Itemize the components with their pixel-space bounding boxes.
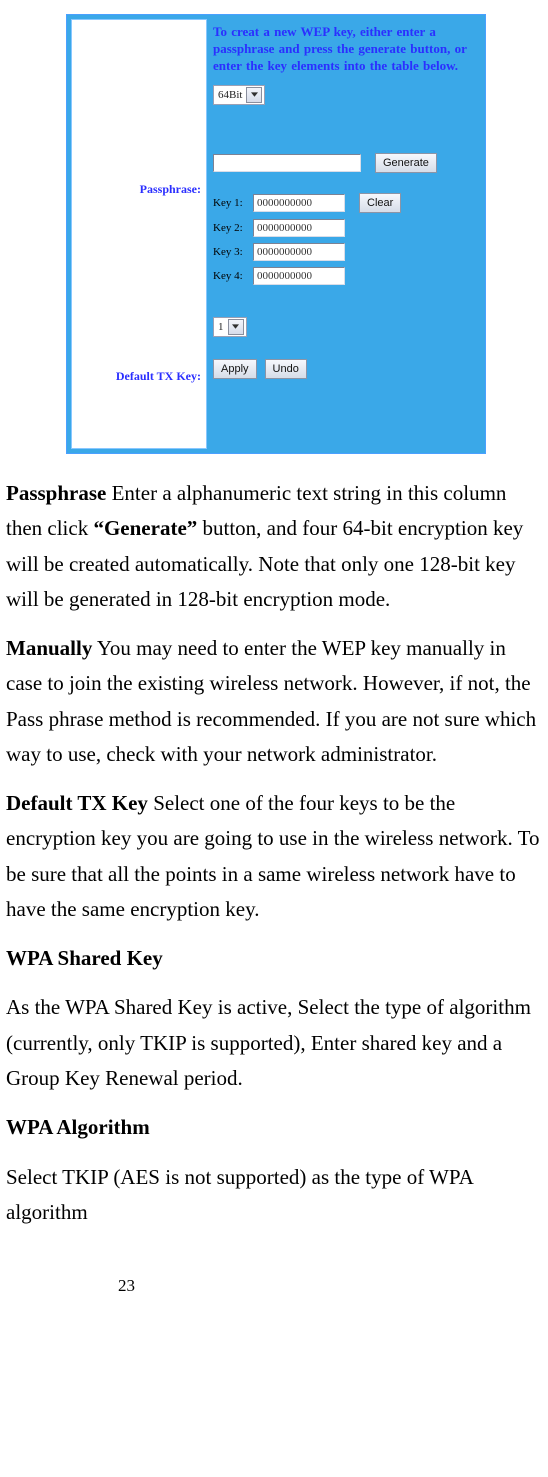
- page-number: 23: [6, 1276, 542, 1296]
- default-tx-select[interactable]: 1: [213, 317, 247, 337]
- default-tx-key-label: Default TX Key:: [75, 369, 201, 384]
- key-length-select[interactable]: 64Bit: [213, 85, 265, 105]
- key2-label: Key 2:: [213, 222, 253, 234]
- generate-button[interactable]: Generate: [375, 153, 437, 173]
- heading-wpa-algorithm: WPA Algorithm: [6, 1110, 542, 1145]
- clear-button[interactable]: Clear: [359, 193, 401, 213]
- key4-input[interactable]: 0000000000: [253, 267, 345, 285]
- paragraph-default-tx: Default TX Key Select one of the four ke…: [6, 786, 542, 927]
- hint-text: To creat a new WEP key, either enter a p…: [213, 24, 475, 75]
- key-length-value: 64Bit: [218, 89, 242, 101]
- paragraph-manually: Manually You may need to enter the WEP k…: [6, 631, 542, 772]
- key3-label: Key 3:: [213, 246, 253, 258]
- undo-button[interactable]: Undo: [265, 359, 307, 379]
- panel-left-navigation: [71, 19, 207, 449]
- key3-input[interactable]: 0000000000: [253, 243, 345, 261]
- paragraph-passphrase: Passphrase Enter a alphanumeric text str…: [6, 476, 542, 617]
- passphrase-label: Passphrase:: [75, 182, 201, 197]
- key2-input[interactable]: 0000000000: [253, 219, 345, 237]
- key1-input[interactable]: 0000000000: [253, 194, 345, 212]
- key1-label: Key 1:: [213, 197, 253, 209]
- heading-wpa-shared-key: WPA Shared Key: [6, 941, 542, 976]
- chevron-down-icon: [228, 319, 244, 335]
- chevron-down-icon: [246, 87, 262, 103]
- passphrase-input[interactable]: [213, 154, 361, 172]
- paragraph-wpa-shared-key: As the WPA Shared Key is active, Select …: [6, 990, 542, 1096]
- apply-button[interactable]: Apply: [213, 359, 257, 379]
- wep-config-panel: Passphrase: Default TX Key: To creat a n…: [66, 14, 486, 454]
- paragraph-wpa-algorithm: Select TKIP (AES is not supported) as th…: [6, 1160, 542, 1231]
- key4-label: Key 4:: [213, 270, 253, 282]
- default-tx-value: 1: [218, 321, 224, 333]
- document-body: Passphrase Enter a alphanumeric text str…: [6, 476, 542, 1230]
